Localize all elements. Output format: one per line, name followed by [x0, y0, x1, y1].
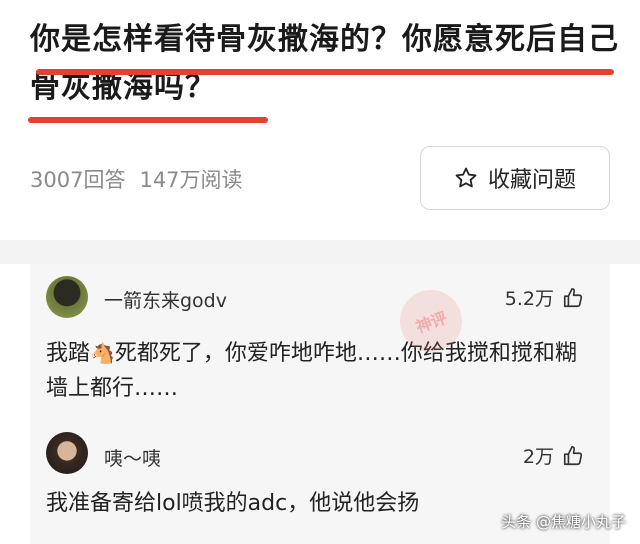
comment-text-part: 我踏	[46, 341, 91, 366]
thumbs-up-icon	[563, 287, 583, 307]
favorite-label: 收藏问题	[487, 168, 576, 193]
like-button[interactable]: 5.2万	[505, 284, 584, 311]
star-icon	[455, 167, 477, 188]
thumbs-up-icon	[563, 445, 583, 465]
comment-author[interactable]: 一箭东来godv	[104, 286, 227, 313]
read-count: 147万阅读	[139, 168, 243, 192]
horse-icon: 🐴	[90, 341, 115, 365]
avatar[interactable]	[46, 432, 88, 474]
question-title[interactable]: 你是怎样看待骨灰撒海的？你愿意死后自己骨灰撒海吗？	[30, 16, 620, 112]
comment-text: 我踏🐴死都死了，你爱咋地咋地……你给我搅和搅和糊墙上都行……	[46, 336, 594, 406]
comment-author[interactable]: 咦～咦	[104, 444, 161, 471]
comment-text-part: 死都死了，你爱咋地咋地……你给我搅和搅和糊墙上都行……	[46, 341, 577, 401]
avatar[interactable]	[46, 276, 88, 318]
answer-count: 3007回答	[30, 168, 126, 192]
title-underline	[36, 69, 614, 75]
like-count: 2万	[522, 446, 554, 468]
comment-list: 一箭东来godv 5.2万 我踏🐴死都死了，你爱咋地咋地……你给我搅和搅和糊墙上…	[30, 264, 610, 544]
question-card: 你是怎样看待骨灰撒海的？你愿意死后自己骨灰撒海吗？ 3007回答 147万阅读 收…	[0, 0, 640, 240]
title-underline	[28, 117, 268, 123]
favorite-question-button[interactable]: 收藏问题	[420, 146, 610, 210]
question-stats: 3007回答 147万阅读	[30, 164, 243, 194]
section-divider	[0, 240, 640, 264]
source-watermark: 头条 @焦糖小丸子	[501, 513, 626, 531]
like-count: 5.2万	[504, 288, 554, 310]
like-button[interactable]: 2万	[523, 442, 584, 469]
